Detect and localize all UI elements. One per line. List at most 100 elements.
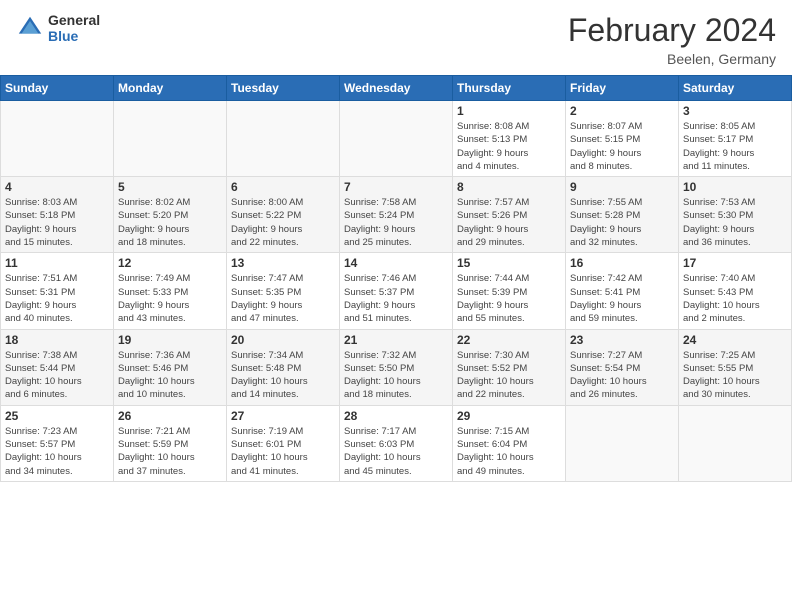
calendar-cell: 28 Sunrise: 7:17 AM Sunset: 6:03 PM Dayli… [340, 405, 453, 481]
day-info: Sunrise: 7:58 AM Sunset: 5:24 PM Dayligh… [344, 196, 448, 249]
day-info: Sunrise: 7:19 AM Sunset: 6:01 PM Dayligh… [231, 425, 335, 478]
calendar-body: 1 Sunrise: 8:08 AM Sunset: 5:13 PM Daylig… [1, 101, 792, 482]
day-number: 4 [5, 180, 109, 194]
day-info: Sunrise: 8:07 AM Sunset: 5:15 PM Dayligh… [570, 120, 674, 173]
day-info: Sunrise: 7:51 AM Sunset: 5:31 PM Dayligh… [5, 272, 109, 325]
page-header: General Blue February 2024 Beelen, Germa… [0, 0, 792, 75]
day-info: Sunrise: 7:15 AM Sunset: 6:04 PM Dayligh… [457, 425, 561, 478]
day-info: Sunrise: 7:57 AM Sunset: 5:26 PM Dayligh… [457, 196, 561, 249]
day-number: 14 [344, 256, 448, 270]
calendar-cell [1, 101, 114, 177]
day-info: Sunrise: 7:23 AM Sunset: 5:57 PM Dayligh… [5, 425, 109, 478]
calendar-cell: 4Sunrise: 8:03 AM Sunset: 5:18 PM Daylig… [1, 177, 114, 253]
day-number: 9 [570, 180, 674, 194]
day-info: Sunrise: 7:25 AM Sunset: 5:55 PM Dayligh… [683, 349, 787, 402]
day-number: 16 [570, 256, 674, 270]
day-info: Sunrise: 7:27 AM Sunset: 5:54 PM Dayligh… [570, 349, 674, 402]
day-number: 1 [457, 104, 561, 118]
day-number: 5 [118, 180, 222, 194]
calendar-cell: 29 Sunrise: 7:15 AM Sunset: 6:04 PM Dayli… [453, 405, 566, 481]
day-info: Sunrise: 8:02 AM Sunset: 5:20 PM Dayligh… [118, 196, 222, 249]
calendar-cell: 6 Sunrise: 8:00 AM Sunset: 5:22 PM Daylig… [227, 177, 340, 253]
logo-general: General [48, 12, 100, 28]
calendar-cell [679, 405, 792, 481]
day-info: Sunrise: 7:32 AM Sunset: 5:50 PM Dayligh… [344, 349, 448, 402]
calendar-cell: 10 Sunrise: 7:53 AM Sunset: 5:30 PM Dayli… [679, 177, 792, 253]
calendar-cell: 13Sunrise: 7:47 AM Sunset: 5:35 PM Dayli… [227, 253, 340, 329]
day-info: Sunrise: 7:40 AM Sunset: 5:43 PM Dayligh… [683, 272, 787, 325]
calendar-week-row: 18 Sunrise: 7:38 AM Sunset: 5:44 PM Dayli… [1, 329, 792, 405]
calendar-week-row: 4Sunrise: 8:03 AM Sunset: 5:18 PM Daylig… [1, 177, 792, 253]
calendar-cell: 17 Sunrise: 7:40 AM Sunset: 5:43 PM Dayli… [679, 253, 792, 329]
day-info: Sunrise: 7:55 AM Sunset: 5:28 PM Dayligh… [570, 196, 674, 249]
day-number: 12 [118, 256, 222, 270]
calendar-cell: 3Sunrise: 8:05 AM Sunset: 5:17 PM Daylig… [679, 101, 792, 177]
calendar-cell: 14 Sunrise: 7:46 AM Sunset: 5:37 PM Dayli… [340, 253, 453, 329]
day-number: 2 [570, 104, 674, 118]
day-number: 15 [457, 256, 561, 270]
weekday-header: Tuesday [227, 76, 340, 101]
day-number: 18 [5, 333, 109, 347]
calendar-cell: 5 Sunrise: 8:02 AM Sunset: 5:20 PM Daylig… [114, 177, 227, 253]
day-info: Sunrise: 7:49 AM Sunset: 5:33 PM Dayligh… [118, 272, 222, 325]
day-number: 29 [457, 409, 561, 423]
day-info: Sunrise: 7:53 AM Sunset: 5:30 PM Dayligh… [683, 196, 787, 249]
calendar-table: SundayMondayTuesdayWednesdayThursdayFrid… [0, 75, 792, 482]
logo-icon [16, 14, 44, 42]
calendar-cell: 21Sunrise: 7:32 AM Sunset: 5:50 PM Dayli… [340, 329, 453, 405]
weekday-header-row: SundayMondayTuesdayWednesdayThursdayFrid… [1, 76, 792, 101]
calendar-cell: 16 Sunrise: 7:42 AM Sunset: 5:41 PM Dayli… [566, 253, 679, 329]
day-info: Sunrise: 7:38 AM Sunset: 5:44 PM Dayligh… [5, 349, 109, 402]
day-number: 28 [344, 409, 448, 423]
day-number: 22 [457, 333, 561, 347]
calendar-week-row: 11 Sunrise: 7:51 AM Sunset: 5:31 PM Dayli… [1, 253, 792, 329]
weekday-header: Sunday [1, 76, 114, 101]
day-number: 11 [5, 256, 109, 270]
calendar-cell: 2 Sunrise: 8:07 AM Sunset: 5:15 PM Daylig… [566, 101, 679, 177]
day-number: 7 [344, 180, 448, 194]
calendar-cell: 18 Sunrise: 7:38 AM Sunset: 5:44 PM Dayli… [1, 329, 114, 405]
weekday-header: Wednesday [340, 76, 453, 101]
day-number: 24 [683, 333, 787, 347]
calendar-cell: 11 Sunrise: 7:51 AM Sunset: 5:31 PM Dayli… [1, 253, 114, 329]
weekday-header: Friday [566, 76, 679, 101]
logo-blue: Blue [48, 28, 100, 44]
day-number: 10 [683, 180, 787, 194]
day-info: Sunrise: 8:08 AM Sunset: 5:13 PM Dayligh… [457, 120, 561, 173]
calendar-cell: 12 Sunrise: 7:49 AM Sunset: 5:33 PM Dayli… [114, 253, 227, 329]
calendar-cell: 26 Sunrise: 7:21 AM Sunset: 5:59 PM Dayli… [114, 405, 227, 481]
weekday-header: Thursday [453, 76, 566, 101]
calendar-week-row: 25 Sunrise: 7:23 AM Sunset: 5:57 PM Dayli… [1, 405, 792, 481]
day-info: Sunrise: 7:30 AM Sunset: 5:52 PM Dayligh… [457, 349, 561, 402]
day-info: Sunrise: 7:46 AM Sunset: 5:37 PM Dayligh… [344, 272, 448, 325]
logo: General Blue [16, 12, 100, 44]
weekday-header: Monday [114, 76, 227, 101]
day-info: Sunrise: 7:17 AM Sunset: 6:03 PM Dayligh… [344, 425, 448, 478]
calendar-header: SundayMondayTuesdayWednesdayThursdayFrid… [1, 76, 792, 101]
calendar-cell [340, 101, 453, 177]
calendar-cell: 19Sunrise: 7:36 AM Sunset: 5:46 PM Dayli… [114, 329, 227, 405]
subtitle: Beelen, Germany [568, 51, 776, 67]
calendar-cell [114, 101, 227, 177]
title-block: February 2024 Beelen, Germany [568, 12, 776, 67]
day-number: 19 [118, 333, 222, 347]
day-info: Sunrise: 8:00 AM Sunset: 5:22 PM Dayligh… [231, 196, 335, 249]
day-info: Sunrise: 7:34 AM Sunset: 5:48 PM Dayligh… [231, 349, 335, 402]
calendar-cell: 20Sunrise: 7:34 AM Sunset: 5:48 PM Dayli… [227, 329, 340, 405]
logo-text: General Blue [48, 12, 100, 44]
day-number: 3 [683, 104, 787, 118]
day-info: Sunrise: 7:21 AM Sunset: 5:59 PM Dayligh… [118, 425, 222, 478]
day-number: 23 [570, 333, 674, 347]
calendar-cell: 9 Sunrise: 7:55 AM Sunset: 5:28 PM Daylig… [566, 177, 679, 253]
day-number: 6 [231, 180, 335, 194]
calendar-week-row: 1 Sunrise: 8:08 AM Sunset: 5:13 PM Daylig… [1, 101, 792, 177]
weekday-header: Saturday [679, 76, 792, 101]
day-number: 17 [683, 256, 787, 270]
calendar-cell: 24 Sunrise: 7:25 AM Sunset: 5:55 PM Dayli… [679, 329, 792, 405]
day-number: 25 [5, 409, 109, 423]
calendar-cell [227, 101, 340, 177]
day-number: 8 [457, 180, 561, 194]
day-number: 26 [118, 409, 222, 423]
calendar-cell: 7 Sunrise: 7:58 AM Sunset: 5:24 PM Daylig… [340, 177, 453, 253]
day-info: Sunrise: 7:42 AM Sunset: 5:41 PM Dayligh… [570, 272, 674, 325]
